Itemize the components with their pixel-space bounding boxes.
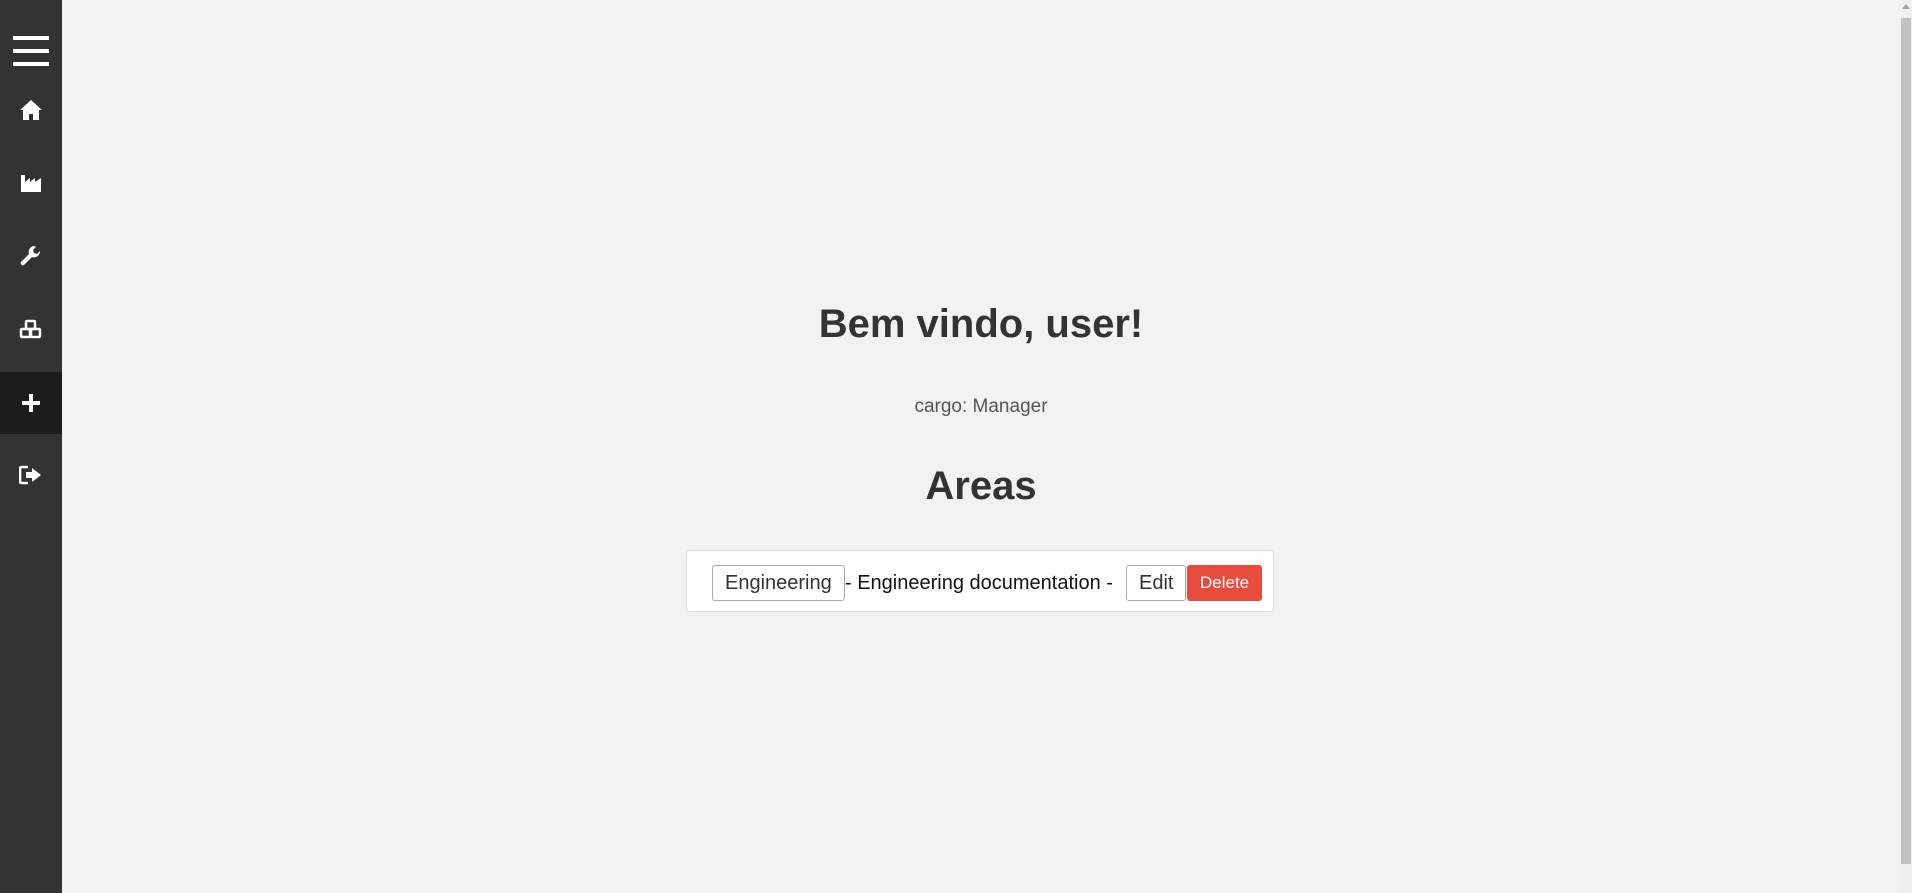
- sidebar-item-add[interactable]: [0, 372, 62, 434]
- areas-heading: Areas: [925, 464, 1037, 508]
- plus-icon: [22, 394, 40, 412]
- sidebar-menu-toggle[interactable]: [0, 20, 62, 82]
- menu-icon: [13, 36, 49, 66]
- welcome-heading: Bem vindo, user!: [818, 302, 1144, 346]
- edit-area-button[interactable]: Edit: [1126, 565, 1187, 601]
- sidebar-item-home[interactable]: [0, 79, 62, 141]
- area-description: - Engineering documentation -: [845, 572, 1113, 594]
- sidebar-item-tools[interactable]: [0, 225, 62, 287]
- sidebar: [0, 0, 62, 893]
- scrollbar-thumb[interactable]: [1901, 18, 1911, 864]
- factory-icon: [21, 175, 41, 192]
- delete-area-button[interactable]: Delete: [1187, 565, 1263, 601]
- sidebar-item-logout[interactable]: [0, 444, 62, 506]
- cubes-icon: [19, 319, 42, 339]
- area-name-button[interactable]: Engineering: [712, 565, 845, 601]
- user-role-text: cargo: Manager: [914, 396, 1048, 417]
- sign-out-icon: [19, 465, 41, 485]
- vertical-scrollbar[interactable]: [1900, 0, 1912, 893]
- scroll-up-arrow-icon[interactable]: [1902, 4, 1910, 9]
- area-list-item: Engineering - Engineering documentation …: [686, 550, 1274, 612]
- wrench-icon: [20, 246, 41, 266]
- main-content: Bem vindo, user! cargo: Manager Areas En…: [62, 0, 1900, 893]
- sidebar-item-inventory[interactable]: [0, 298, 62, 360]
- sidebar-item-factory[interactable]: [0, 152, 62, 214]
- home-icon: [20, 100, 42, 120]
